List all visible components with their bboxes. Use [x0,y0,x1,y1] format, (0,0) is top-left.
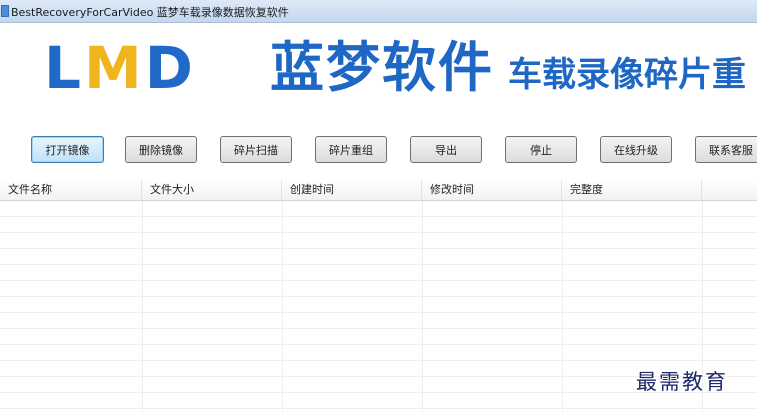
table-column-divider [282,201,283,412]
delete-image-button[interactable]: 删除镜像 [125,136,197,163]
table-gridline [0,281,757,297]
table-gridline [0,233,757,249]
column-header-integrity[interactable]: 完整度 [562,180,702,200]
table-gridline [0,329,757,345]
table-gridline [0,201,757,217]
brand-name: 蓝梦软件 [270,36,494,99]
contact-support-button[interactable]: 联系客服 [695,136,757,163]
banner-subtitle: 车载录像碎片重 [508,55,746,95]
logo-letter-d: D [144,34,196,102]
table-gridline [0,265,757,281]
fragment-reassemble-button[interactable]: 碎片重组 [315,136,387,163]
window-title: BestRecoveryForCarVideo 蓝梦车载录像数据恢复软件 [11,6,289,19]
open-image-button[interactable]: 打开镜像 [31,136,104,163]
table-gridline [0,249,757,265]
table-gridline [0,313,757,329]
table-column-divider [422,201,423,412]
brand-banner: LMD 蓝梦软件 车载录像碎片重 [0,23,757,123]
app-icon [1,5,9,17]
column-header-file-size[interactable]: 文件大小 [142,180,282,200]
table-gridline [0,345,757,361]
table-header: 文件名称 文件大小 创建时间 修改时间 完整度 [0,180,757,201]
column-header-modified-time[interactable]: 修改时间 [422,180,562,200]
table-gridline [0,217,757,233]
stop-button[interactable]: 停止 [505,136,577,163]
logo-letter-l: L [44,34,84,102]
column-header-file-name[interactable]: 文件名称 [0,180,142,200]
fragment-scan-button[interactable]: 碎片扫描 [220,136,292,163]
column-header-filler [702,180,757,200]
toolbar: 打开镜像 删除镜像 碎片扫描 碎片重组 导出 停止 在线升级 联系客服 [0,128,757,174]
table-column-divider [562,201,563,412]
column-header-created-time[interactable]: 创建时间 [282,180,422,200]
lmd-logo: LMD [44,37,196,99]
logo-letter-m: M [83,34,145,102]
title-bar: BestRecoveryForCarVideo 蓝梦车载录像数据恢复软件 [0,0,757,23]
online-upgrade-button[interactable]: 在线升级 [600,136,672,163]
table-column-divider [142,201,143,412]
export-button[interactable]: 导出 [410,136,482,163]
watermark: 最需教育 [636,370,728,394]
table-gridline [0,297,757,313]
